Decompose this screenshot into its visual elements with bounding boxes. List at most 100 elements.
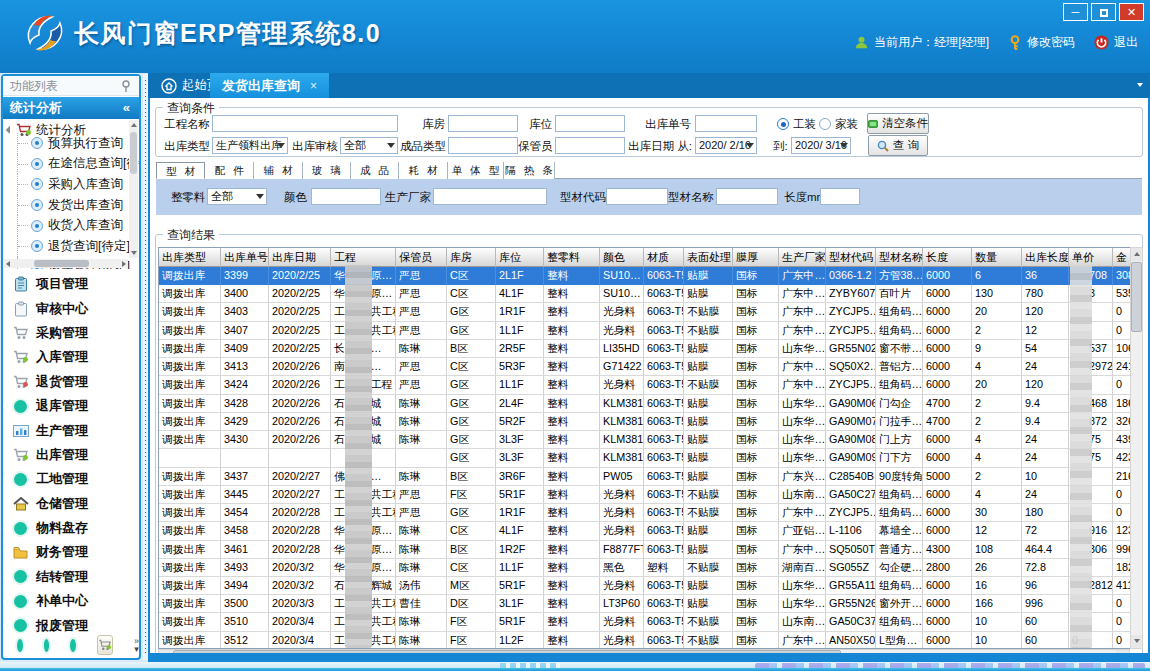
material-tab-4[interactable]: 玻 璃 (303, 162, 351, 179)
tree-item-label[interactable]: 预算执行查询 (48, 135, 123, 152)
table-row[interactable]: 调拨出库34242020/2/26工工程严思G区1L1F整料光身料6063-T5… (159, 376, 1130, 394)
zl-combo[interactable]: 全部 (207, 188, 267, 205)
column-header[interactable]: 金 (1113, 248, 1130, 267)
audit-combo[interactable]: 全部 (340, 137, 398, 154)
product-type-input[interactable] (448, 137, 518, 154)
table-row[interactable]: 调拨出库34032020/2/25工共工程严思G区1R1F整料光身料6063-T… (159, 303, 1130, 321)
tab-active[interactable]: 发货出库查询 × (210, 73, 329, 98)
tree-horizontal-scrollbar[interactable] (4, 259, 128, 268)
sidebar-section-header[interactable]: 统计分析 « (3, 97, 139, 119)
column-header[interactable]: 数量 (972, 248, 1022, 267)
table-row[interactable]: 调拨出库35002020/3/3工共工程曹佳D区3L1F整料LT3P606063… (159, 595, 1130, 613)
sidebar-overflow-button[interactable]: »▾ (134, 637, 139, 653)
column-header[interactable]: 库位 (496, 248, 544, 267)
column-header[interactable]: 膜厚 (733, 248, 779, 267)
table-row[interactable]: 调拨出库34282020/2/26石城陈琳G区2L4F整料KLM38176063… (159, 395, 1130, 413)
column-header[interactable]: 出库日期 (269, 248, 331, 267)
keeper-input[interactable] (555, 137, 625, 154)
pin-icon[interactable] (121, 80, 131, 92)
column-header[interactable]: 型材名称 (876, 248, 923, 267)
material-tab-1[interactable]: 型 材 (156, 162, 205, 179)
column-header[interactable]: 出库类型 (159, 248, 221, 267)
tree-item[interactable]: 在途信息查询[待 (17, 154, 139, 175)
column-header[interactable]: 出库长度 (1022, 248, 1069, 267)
order-no-input[interactable] (695, 115, 757, 132)
column-header[interactable]: 表面处理 (684, 248, 733, 267)
table-row[interactable]: 调拨出库34612020/2/28华原…陈琳B区1R2F整料F8877FT606… (159, 541, 1130, 559)
collapse-icon[interactable]: « (123, 97, 130, 119)
tree-item-label[interactable]: 发货出库查询 (48, 197, 123, 214)
column-header[interactable]: 库房 (447, 248, 496, 267)
table-row[interactable]: 调拨出库34932020/3/2华原…陈琳C区1L1F整料黑色塑料不贴膜国标湖南… (159, 559, 1130, 577)
table-row[interactable]: 调拨出库34092020/2/25长…陈琳B区2R5F整料LI35HD6063-… (159, 340, 1130, 358)
sidebar-item-circle-teal[interactable]: 结转管理 (3, 565, 139, 589)
sidebar-item-cart-gray[interactable]: 采购管理 (3, 321, 139, 345)
tabbar-dropdown-icon[interactable] (1137, 83, 1143, 87)
sidebar-item-cart-return[interactable]: 退货管理 (3, 370, 139, 394)
table-row[interactable]: 调拨出库34292020/2/26石城陈琳G区5R2F整料KLM38176063… (159, 413, 1130, 431)
tree-vertical-scrollbar[interactable] (129, 120, 138, 258)
tree-item[interactable]: 收货入库查询 (17, 215, 139, 236)
collapsed-cart-button[interactable] (97, 635, 113, 655)
out-type-combo[interactable]: 生产领料出库 (212, 137, 288, 154)
table-row[interactable]: 调拨出库34582020/2/28华原…陈琳C区4L1F整料光身料6063-T5… (159, 522, 1130, 540)
radio-work[interactable] (777, 118, 789, 130)
column-header[interactable]: 长度 (923, 248, 972, 267)
scroll-down-icon[interactable] (131, 251, 137, 255)
table-vscroll-thumb[interactable] (1131, 262, 1142, 332)
column-header[interactable]: 颜色 (600, 248, 644, 267)
tree-item[interactable]: 采购入库查询 (17, 174, 139, 195)
date-to-combo[interactable]: 2020/ 3/16 (791, 137, 851, 154)
table-row[interactable]: 调拨出库34002020/2/25华原…严思C区4L1F整料SU10…6063-… (159, 285, 1130, 303)
sidebar-item-chart-blue[interactable]: 生产管理 (3, 418, 139, 442)
table-hscroll-thumb[interactable] (173, 650, 841, 653)
sidebar-item-circle-teal[interactable]: 退库管理 (3, 394, 139, 418)
tree-item[interactable]: 退货查询[待定] (17, 236, 139, 257)
logout-link[interactable]: 退出 (1114, 34, 1138, 51)
len-input[interactable] (820, 188, 860, 205)
table-vertical-scrollbar[interactable] (1130, 247, 1143, 649)
table-row[interactable]: 调拨出库33992020/2/25华原…严思C区2L1F整料SU10…6063-… (159, 267, 1130, 285)
table-row[interactable]: 调拨出库34542020/2/28工共工程严思G区1R1F整料光身料6063-T… (159, 504, 1130, 522)
close-button[interactable]: ✕ (1119, 3, 1144, 21)
table-row[interactable]: 调拨出库34452020/2/27工共工程严思F区5R1F整料光身料6063-T… (159, 486, 1130, 504)
table-row[interactable]: 调拨出库35122020/3/4工共工程陈琳F区1L2F整料光身料6063-T5… (159, 632, 1130, 649)
tree-expander-icon[interactable] (6, 126, 14, 134)
column-header[interactable]: 出库单号 (221, 248, 269, 267)
mfr-input[interactable] (433, 188, 547, 205)
material-tab-6[interactable]: 耗 材 (399, 162, 448, 179)
scroll-up-icon[interactable] (131, 123, 137, 127)
material-tab-8[interactable]: 隔 热 条 (504, 162, 555, 179)
clear-button[interactable]: 清空条件 (867, 113, 929, 134)
project-name-input[interactable] (212, 115, 398, 132)
table-row[interactable]: 调拨出库34942020/3/2石辉城汤伟M区5R1F整料光身料6063-T5贴… (159, 577, 1130, 595)
scroll-left-icon[interactable] (6, 261, 10, 267)
name-input[interactable] (716, 188, 778, 205)
code-input[interactable] (606, 188, 668, 205)
sidebar-item-clipboard-teal[interactable]: 项目管理 (3, 272, 139, 296)
column-header[interactable]: 整零料 (544, 248, 600, 267)
radio-home[interactable] (819, 118, 831, 130)
sidebar-item-circle-teal[interactable]: 工地管理 (3, 467, 139, 491)
minimize-button[interactable]: ─ (1063, 3, 1088, 21)
tree-item-label[interactable]: 收货入库查询 (48, 217, 123, 234)
collapsed-item-icon[interactable] (17, 639, 23, 652)
material-tab-2[interactable]: 配 件 (205, 162, 254, 179)
sidebar-item-clipboard-white[interactable]: 审核中心 (3, 296, 139, 320)
tree-item[interactable]: 发货出库查询 (17, 195, 139, 216)
table-horizontal-scrollbar[interactable] (158, 649, 1130, 653)
tree-item-label[interactable]: 退货查询[待定] (48, 238, 130, 255)
maximize-button[interactable] (1091, 3, 1116, 21)
tree-item-label[interactable]: 在途信息查询[待 (48, 155, 139, 172)
table-row[interactable]: 调拨出库34372020/2/27佛…陈琳B区3R6F整料PW056063-T5… (159, 468, 1130, 486)
date-from-combo[interactable]: 2020/ 2/16 (695, 137, 757, 154)
collapsed-item-icon[interactable] (70, 639, 76, 652)
tab-close-icon[interactable]: × (310, 79, 317, 93)
table-row[interactable]: G区3L3F整料KLM38176063-T5贴膜国标山东华…GA90M09.门下… (159, 449, 1130, 467)
column-header[interactable]: 保管员 (396, 248, 447, 267)
collapsed-item-icon[interactable] (44, 639, 50, 652)
sidebar-item-cart-out[interactable]: 出库管理 (3, 443, 139, 467)
column-header[interactable]: 生产厂家 (779, 248, 826, 267)
search-button[interactable]: 查 询 (868, 135, 928, 156)
material-tab-7[interactable]: 单 体 型 材 (448, 162, 504, 179)
